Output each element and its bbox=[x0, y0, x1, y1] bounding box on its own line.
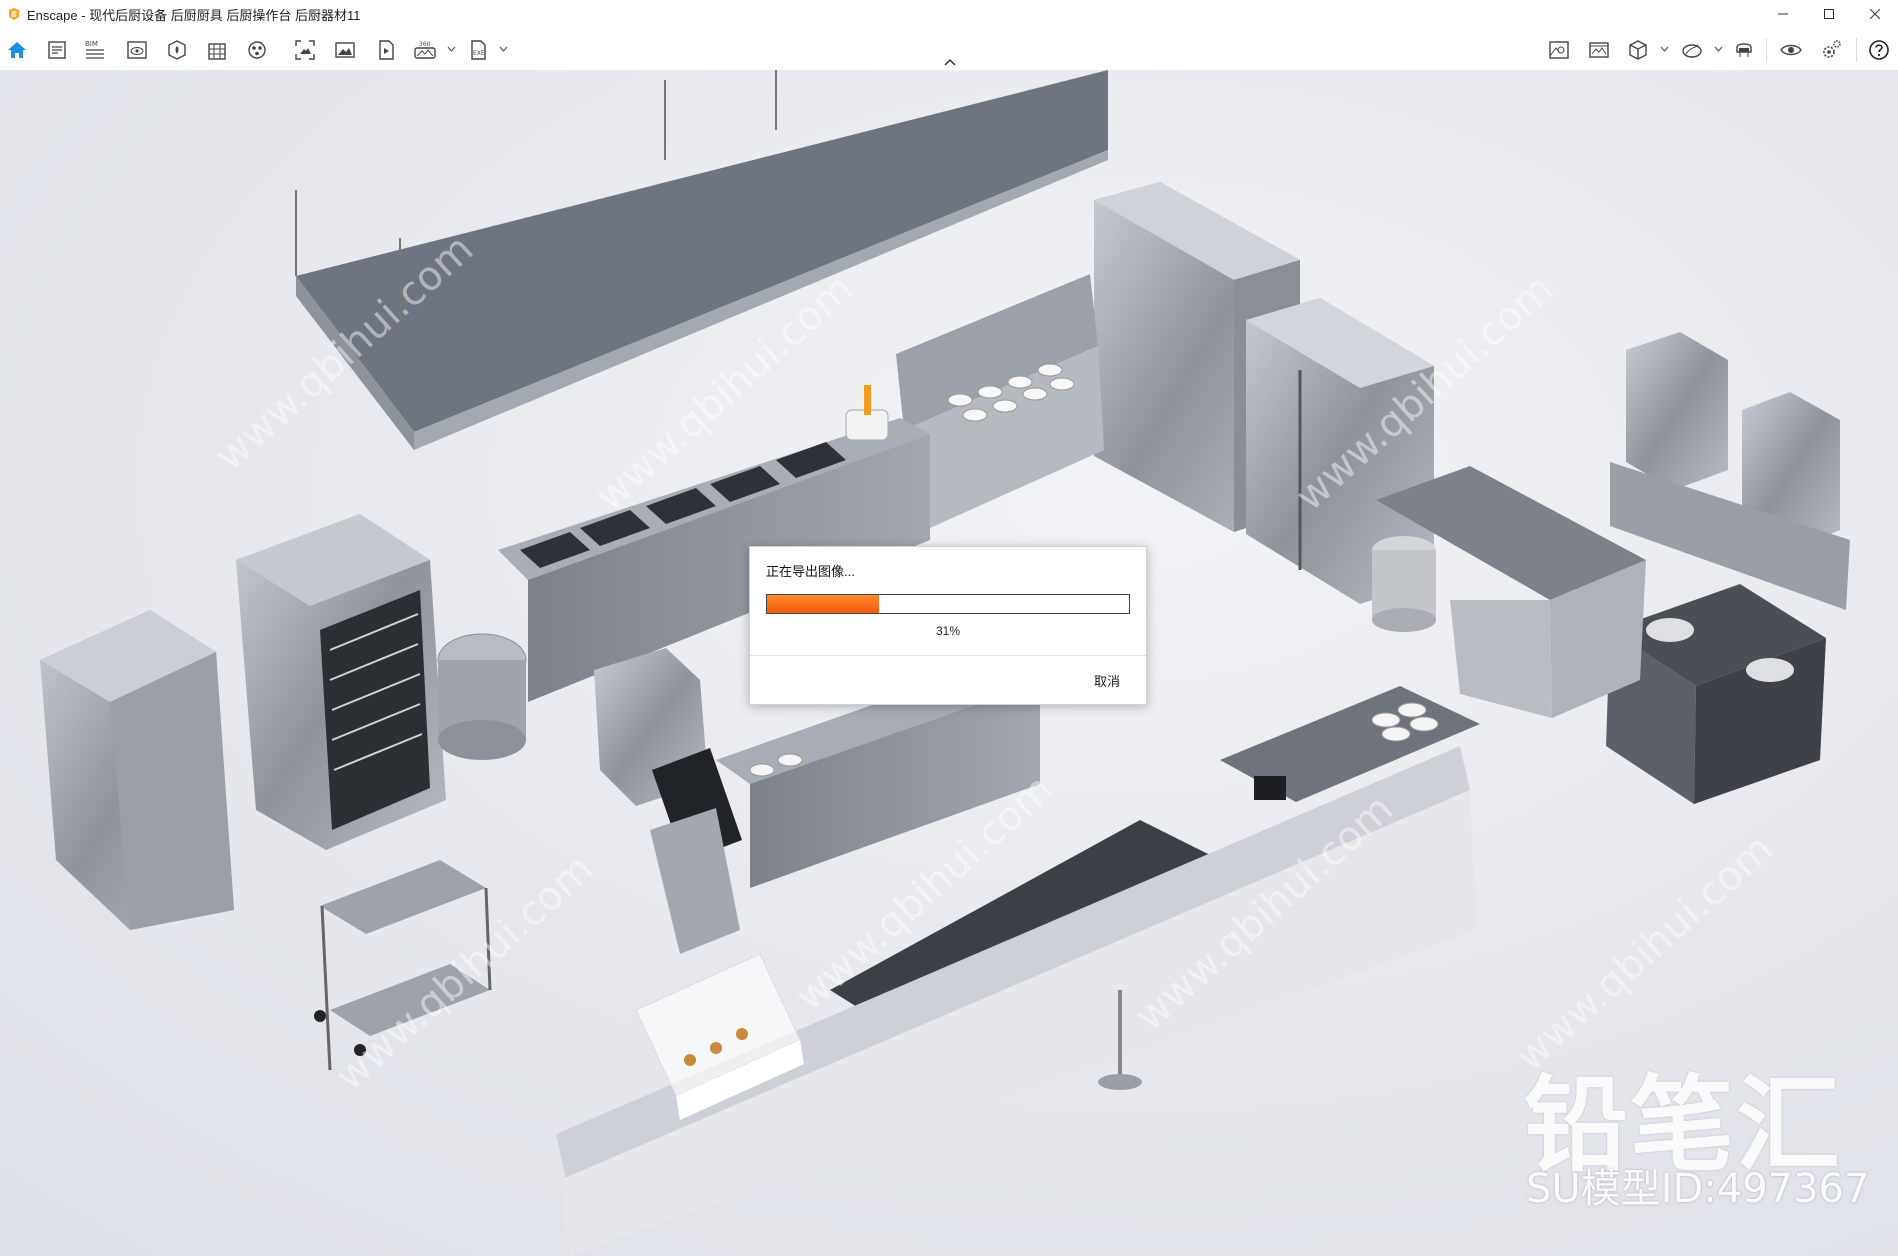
toolbar: BIM 360 EXE bbox=[0, 28, 1898, 71]
svg-text:BIM: BIM bbox=[85, 40, 98, 48]
notes-icon bbox=[48, 41, 66, 59]
gallery-button[interactable] bbox=[1586, 37, 1612, 63]
panorama-dropdown[interactable] bbox=[446, 42, 456, 56]
vr-headset-icon bbox=[1736, 43, 1752, 57]
close-button[interactable] bbox=[1852, 0, 1898, 28]
settings-icon bbox=[1823, 40, 1841, 58]
building-icon bbox=[208, 43, 226, 60]
bim-button[interactable]: BIM bbox=[82, 37, 108, 63]
minimize-icon bbox=[1778, 13, 1788, 15]
watermark-model-id: SU模型ID:497367 bbox=[1526, 1166, 1870, 1212]
proofing-oven bbox=[236, 514, 446, 850]
collapse-toolbar-icon[interactable] bbox=[940, 56, 960, 68]
sun-button[interactable] bbox=[1679, 37, 1705, 63]
window-controls bbox=[1760, 0, 1898, 28]
toolbar-separator bbox=[1766, 38, 1767, 62]
export-dropdown[interactable] bbox=[498, 42, 508, 56]
chevron-down-icon bbox=[1714, 46, 1722, 52]
progress-fill bbox=[767, 595, 880, 613]
image-icon bbox=[335, 42, 355, 58]
sun-icon bbox=[1682, 44, 1702, 58]
export-progress-dialog: 正在导出图像... 31% 取消 bbox=[749, 546, 1147, 705]
video-icon bbox=[379, 40, 394, 60]
notes-button[interactable] bbox=[44, 37, 70, 63]
export-exe-button[interactable]: EXE bbox=[466, 37, 492, 63]
enscape-logo-icon bbox=[9, 8, 19, 20]
materials-button[interactable] bbox=[244, 37, 270, 63]
help-button[interactable] bbox=[1866, 37, 1892, 63]
visual-settings-button[interactable] bbox=[1778, 37, 1804, 63]
svg-text:360: 360 bbox=[419, 41, 431, 48]
map-button[interactable] bbox=[1546, 37, 1572, 63]
minimize-button[interactable] bbox=[1760, 0, 1806, 28]
steam-kettle bbox=[437, 633, 527, 760]
building-button[interactable] bbox=[204, 37, 230, 63]
trash-bin bbox=[1372, 536, 1436, 632]
bim-icon: BIM bbox=[85, 40, 104, 59]
cube-button[interactable] bbox=[1625, 37, 1651, 63]
maximize-button[interactable] bbox=[1806, 0, 1852, 28]
panorama-button[interactable]: 360 bbox=[412, 37, 438, 63]
svg-text:EXE: EXE bbox=[473, 50, 485, 57]
map-icon bbox=[1549, 41, 1569, 59]
title-bar: Enscape - 现代后厨设备 后厨厨具 后厨操作台 后厨器材11 bbox=[0, 0, 1898, 28]
close-icon bbox=[1870, 9, 1880, 19]
view-icon bbox=[127, 41, 147, 59]
dialog-divider bbox=[750, 655, 1146, 656]
asset-library-button[interactable] bbox=[164, 37, 190, 63]
screenshot-button[interactable] bbox=[292, 37, 318, 63]
progress-percent-label: 31% bbox=[935, 624, 961, 638]
help-icon bbox=[1869, 40, 1889, 60]
chevron-down-icon bbox=[447, 46, 455, 52]
materials-icon bbox=[248, 41, 266, 59]
video-button[interactable] bbox=[373, 37, 399, 63]
cancel-button[interactable]: 取消 bbox=[1088, 667, 1126, 694]
image-button[interactable] bbox=[332, 37, 358, 63]
settings-button[interactable] bbox=[1818, 37, 1844, 63]
window-title: Enscape - 现代后厨设备 后厨厨具 后厨操作台 后厨器材11 bbox=[27, 7, 361, 23]
export-exe-icon: EXE bbox=[471, 40, 486, 60]
visual-settings-icon bbox=[1780, 44, 1802, 56]
progress-bar bbox=[766, 594, 1130, 614]
screenshot-icon bbox=[295, 40, 315, 60]
sun-dropdown[interactable] bbox=[1713, 42, 1723, 56]
chevron-down-icon bbox=[499, 46, 507, 52]
dialog-title: 正在导出图像... bbox=[766, 564, 855, 579]
view-button[interactable] bbox=[124, 37, 150, 63]
cube-dropdown[interactable] bbox=[1659, 42, 1669, 56]
asset-library-icon bbox=[168, 40, 186, 60]
gallery-icon bbox=[1589, 42, 1609, 58]
panorama-icon: 360 bbox=[414, 41, 436, 59]
maximize-icon bbox=[1824, 9, 1834, 19]
home-button[interactable] bbox=[4, 37, 30, 63]
vr-headset-button[interactable] bbox=[1731, 37, 1757, 63]
chevron-down-icon bbox=[1660, 46, 1668, 52]
home-icon bbox=[8, 42, 26, 58]
toolbar-separator bbox=[1856, 38, 1857, 62]
cube-icon bbox=[1629, 40, 1647, 60]
